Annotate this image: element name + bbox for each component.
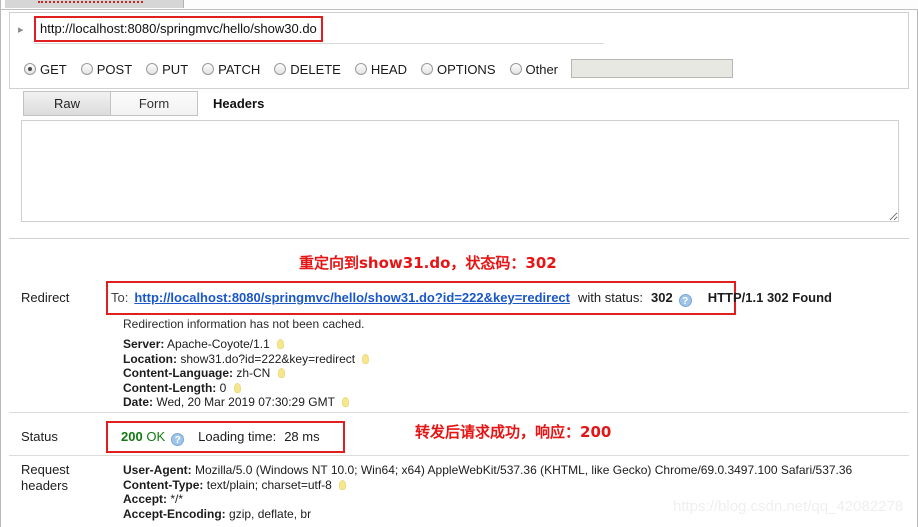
bulb-icon[interactable] bbox=[339, 479, 347, 490]
watermark-text: https://blog.csdn.net/qq_42082278 bbox=[673, 498, 904, 515]
redirect-value-row: To: http://localhost:8080/springmvc/hello… bbox=[111, 290, 901, 307]
header-name: Server: bbox=[123, 337, 165, 351]
tab-headers[interactable]: Headers bbox=[213, 91, 264, 116]
method-head-label: HEAD bbox=[370, 61, 407, 77]
radio-head-icon[interactable] bbox=[354, 63, 367, 75]
header-value: gzip, deflate, br bbox=[229, 506, 312, 521]
header-name: Accept-Encoding: bbox=[123, 506, 226, 521]
method-get-label: GET bbox=[40, 61, 67, 77]
request-headers-row-label: Request headers bbox=[21, 462, 69, 494]
method-patch-label: PATCH bbox=[218, 61, 261, 77]
header-value: text/plain; charset=utf-8 bbox=[206, 477, 332, 492]
radio-delete-icon[interactable] bbox=[274, 63, 287, 75]
method-options-label: OPTIONS bbox=[436, 61, 496, 77]
loading-time-value: 28 ms bbox=[284, 429, 320, 444]
annotation-redirect: 重定向到show31.do，状态码：302 bbox=[299, 254, 557, 272]
with-status-label: with status: bbox=[577, 290, 644, 305]
status-value-row: 200 OK? Loading time: 28 ms bbox=[121, 429, 320, 446]
header-name: Content-Type: bbox=[123, 477, 204, 492]
url-highlight-box bbox=[34, 16, 323, 42]
header-row: Content-Type: text/plain; charset=utf-8 bbox=[123, 478, 852, 493]
bulb-icon[interactable] bbox=[277, 339, 285, 349]
method-put-label: PUT bbox=[162, 61, 189, 77]
tab-selection-marker bbox=[38, 1, 143, 6]
header-value: 0 bbox=[219, 380, 227, 395]
header-name: Date: bbox=[123, 395, 154, 410]
method-patch[interactable]: PATCH bbox=[202, 62, 260, 77]
bulb-icon[interactable] bbox=[342, 397, 350, 408]
bulb-icon[interactable] bbox=[362, 353, 370, 364]
header-row: Location: show31.do?id=222&key=redirect bbox=[123, 351, 370, 367]
status-row-label: Status bbox=[21, 429, 58, 444]
browser-tab[interactable] bbox=[5, 0, 184, 8]
method-head[interactable]: HEAD bbox=[354, 61, 407, 77]
header-value: zh-CN bbox=[236, 366, 271, 381]
redirect-cache-note: Redirection information has not been cac… bbox=[123, 317, 365, 331]
header-row: Server: Apache-Coyote/1.1 bbox=[123, 337, 369, 352]
header-row: User-Agent: Mozilla/5.0 (Windows NT 10.0… bbox=[123, 463, 852, 478]
header-row: Date: Wed, 20 Mar 2019 07:30:29 GMT bbox=[123, 395, 369, 410]
header-value: show31.do?id=222&key=redirect bbox=[180, 351, 356, 366]
header-value: Wed, 20 Mar 2019 07:30:29 GMT bbox=[156, 395, 335, 410]
radio-options-icon[interactable] bbox=[420, 63, 433, 75]
redirect-row-label: Redirect bbox=[21, 290, 70, 305]
url-input[interactable] bbox=[36, 18, 321, 40]
request-headers-label-line1: Request bbox=[21, 462, 70, 477]
radio-other-icon[interactable] bbox=[509, 63, 522, 75]
method-options[interactable]: OPTIONS bbox=[420, 61, 496, 77]
radio-patch-icon[interactable] bbox=[202, 63, 215, 75]
header-row: Content-Length: 0 bbox=[123, 381, 369, 396]
tab-strip bbox=[1, 0, 918, 10]
redirect-status-code: 302 bbox=[651, 290, 673, 305]
header-name: Accept: bbox=[123, 492, 168, 507]
redirect-headers-list: Server: Apache-Coyote/1.1 Location: show… bbox=[123, 337, 370, 410]
request-headers-divider bbox=[9, 455, 909, 456]
header-value: */* bbox=[170, 492, 184, 507]
method-post[interactable]: POST bbox=[80, 61, 133, 77]
request-headers-label-line2: headers bbox=[21, 478, 68, 493]
radio-get-icon[interactable] bbox=[24, 63, 36, 75]
radio-put-icon[interactable] bbox=[146, 63, 159, 75]
header-row: Content-Language: zh-CN bbox=[123, 366, 369, 381]
redirect-http-status-line: HTTP/1.1 302 Found bbox=[707, 290, 832, 305]
header-name: Content-Language: bbox=[123, 366, 233, 381]
method-get[interactable]: GET bbox=[24, 62, 67, 77]
header-name: User-Agent: bbox=[123, 463, 192, 477]
method-other-label: Other bbox=[525, 61, 559, 77]
panel-divider bbox=[9, 238, 909, 239]
status-section-divider bbox=[9, 412, 909, 413]
method-put[interactable]: PUT bbox=[146, 62, 188, 77]
method-delete[interactable]: DELETE bbox=[274, 62, 341, 77]
tab-raw[interactable]: Raw bbox=[23, 91, 111, 116]
help-icon[interactable]: ? bbox=[678, 294, 692, 307]
status-text: OK bbox=[146, 429, 166, 444]
radio-post-icon[interactable] bbox=[80, 63, 93, 75]
redirect-target-link[interactable]: http://localhost:8080/springmvc/hello/sh… bbox=[134, 290, 570, 305]
bulb-icon[interactable] bbox=[277, 368, 285, 379]
tab-form[interactable]: Form bbox=[110, 91, 198, 116]
status-code: 200 bbox=[121, 429, 143, 444]
request-body-textarea[interactable] bbox=[21, 120, 899, 222]
loading-time-label: Loading time: bbox=[198, 429, 277, 444]
help-icon[interactable]: ? bbox=[171, 433, 185, 446]
bulb-icon[interactable] bbox=[233, 382, 241, 393]
method-other[interactable]: Other bbox=[509, 61, 559, 77]
header-name: Content-Length: bbox=[123, 380, 217, 395]
triangle-right-icon[interactable]: ▸ bbox=[18, 24, 28, 36]
annotation-status: 转发后请求成功，响应：200 bbox=[415, 423, 612, 441]
url-field-underline bbox=[34, 43, 604, 44]
redirect-to-label: To: bbox=[111, 290, 129, 305]
other-method-input[interactable] bbox=[571, 59, 733, 78]
header-name: Location: bbox=[123, 351, 177, 366]
method-post-label: POST bbox=[96, 61, 133, 77]
header-value: Apache-Coyote/1.1 bbox=[167, 337, 270, 351]
app-window: ▸ GET POST PUT PATCH DELETE HEAD bbox=[0, 0, 918, 527]
method-delete-label: DELETE bbox=[290, 61, 341, 77]
header-value: Mozilla/5.0 (Windows NT 10.0; Win64; x64… bbox=[195, 463, 853, 477]
http-method-group: GET POST PUT PATCH DELETE HEAD OPTIONS O… bbox=[24, 60, 572, 78]
